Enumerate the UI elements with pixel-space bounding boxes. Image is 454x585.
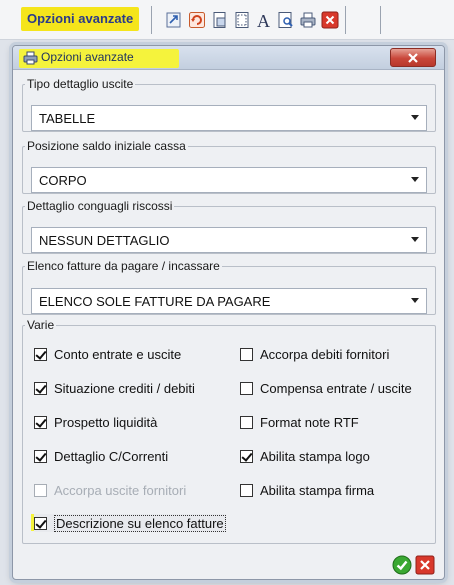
checkbox-box[interactable] [240,415,253,429]
group-dettaglio-conguagli: Dettaglio conguagli riscossi NESSUN DETT… [22,199,436,254]
dropdown-arrow-icon[interactable] [411,177,419,182]
toolbar-separator [151,6,152,34]
checkbox-compensa-entrate-uscite[interactable]: Compensa entrate / uscite [240,379,412,397]
elenco-fatture-select[interactable]: ELENCO SOLE FATTURE DA PAGARE [31,288,427,314]
toolbar-separator [380,6,381,34]
dropdown-arrow-icon[interactable] [411,298,419,303]
checkbox-box[interactable] [240,381,253,395]
checkbox-box[interactable] [240,449,253,463]
checkbox-abilita-stampa-firma[interactable]: Abilita stampa firma [240,481,374,499]
checkbox-accorpa-debiti-fornitori[interactable]: Accorpa debiti fornitori [240,345,389,363]
page-setup-icon[interactable] [209,9,230,30]
refresh-icon[interactable] [186,9,207,30]
posizione-saldo-select[interactable]: CORPO [31,167,427,193]
group-label: Dettaglio conguagli riscossi [27,199,173,213]
dialog-close-button[interactable] [390,48,436,67]
checkbox-box[interactable] [34,347,47,361]
checkbox-situazione-crediti-debiti[interactable]: Situazione crediti / debiti [34,379,195,397]
export-icon[interactable] [163,9,184,30]
group-posizione-saldo: Posizione saldo iniziale cassa CORPO [22,139,436,194]
tipo-dettaglio-uscite-select[interactable]: TABELLE [31,105,427,131]
group-label: Elenco fatture da pagare / incassare [27,259,220,273]
dialog-title: Opzioni avanzate [41,50,134,64]
toolbar-separator [345,6,346,34]
toolbar-title: Opzioni avanzate [21,7,140,31]
checkbox-label: Descrizione su elenco fatture [54,514,226,532]
checkbox-dettaglio-c-correnti[interactable]: Dettaglio C/Correnti [34,447,168,465]
page-layout-icon[interactable] [231,9,252,30]
group-label: Tipo dettaglio uscite [27,77,134,91]
font-icon[interactable]: A [253,9,274,30]
toolbar: Opzioni avanzate A [0,0,454,40]
svg-text:A: A [257,11,270,29]
checkbox-label: Dettaglio C/Correnti [54,448,169,464]
dropdown-arrow-icon[interactable] [411,237,419,242]
group-elenco-fatture: Elenco fatture da pagare / incassare ELE… [22,259,436,315]
checkbox-box[interactable] [240,483,253,497]
select-value: NESSUN DETTAGLIO [39,232,170,248]
printer-icon [23,51,38,68]
checkbox-conto-entrate-uscite[interactable]: Conto entrate e uscite [34,345,181,363]
checkbox-label: Compensa entrate / uscite [260,380,412,396]
advanced-options-dialog: Opzioni avanzate Tipo dettaglio uscite T… [12,45,445,580]
checkbox-label: Abilita stampa logo [260,448,370,464]
checkbox-box[interactable] [34,381,47,395]
group-label: Varie [27,318,55,332]
dialog-titlebar[interactable]: Opzioni avanzate [13,46,444,70]
checkbox-box[interactable] [34,516,47,530]
group-tipo-dettaglio-uscite: Tipo dettaglio uscite TABELLE [22,77,436,132]
select-value: TABELLE [39,110,96,126]
checkbox-label: Accorpa debiti fornitori [260,346,390,362]
checkbox-label: Conto entrate e uscite [54,346,182,362]
dettaglio-conguagli-select[interactable]: NESSUN DETTAGLIO [31,227,427,253]
checkbox-label: Format note RTF [260,414,359,430]
checkbox-format-note-rtf[interactable]: Format note RTF [240,413,359,431]
checkbox-abilita-stampa-logo[interactable]: Abilita stampa logo [240,447,370,465]
group-label: Posizione saldo iniziale cassa [27,139,186,153]
close-icon [408,52,418,63]
checkbox-prospetto-liquidita[interactable]: Prospetto liquidità [34,413,157,431]
print-preview-icon[interactable] [275,9,296,30]
confirm-button[interactable] [392,555,412,575]
cancel-icon [415,555,435,575]
checkbox-box[interactable] [34,449,47,463]
cancel-button[interactable] [415,555,435,575]
checkbox-label: Accorpa uscite fornitori [54,482,187,498]
close-icon[interactable] [319,9,340,30]
checkbox-box[interactable] [34,415,47,429]
checkbox-label: Prospetto liquidità [54,414,158,430]
select-value: ELENCO SOLE FATTURE DA PAGARE [39,293,271,309]
checkbox-box [34,483,47,497]
checkbox-box[interactable] [240,347,253,361]
dropdown-arrow-icon[interactable] [411,115,419,120]
checkmark-icon [392,555,412,575]
select-value: CORPO [39,172,87,188]
checkbox-descrizione-elenco-fatture[interactable]: Descrizione su elenco fatture [34,514,226,532]
checkbox-accorpa-uscite-fornitori: Accorpa uscite fornitori [34,481,186,499]
checkbox-label: Abilita stampa firma [260,482,375,498]
printer-icon[interactable] [297,9,318,30]
checkbox-label: Situazione crediti / debiti [54,380,195,396]
